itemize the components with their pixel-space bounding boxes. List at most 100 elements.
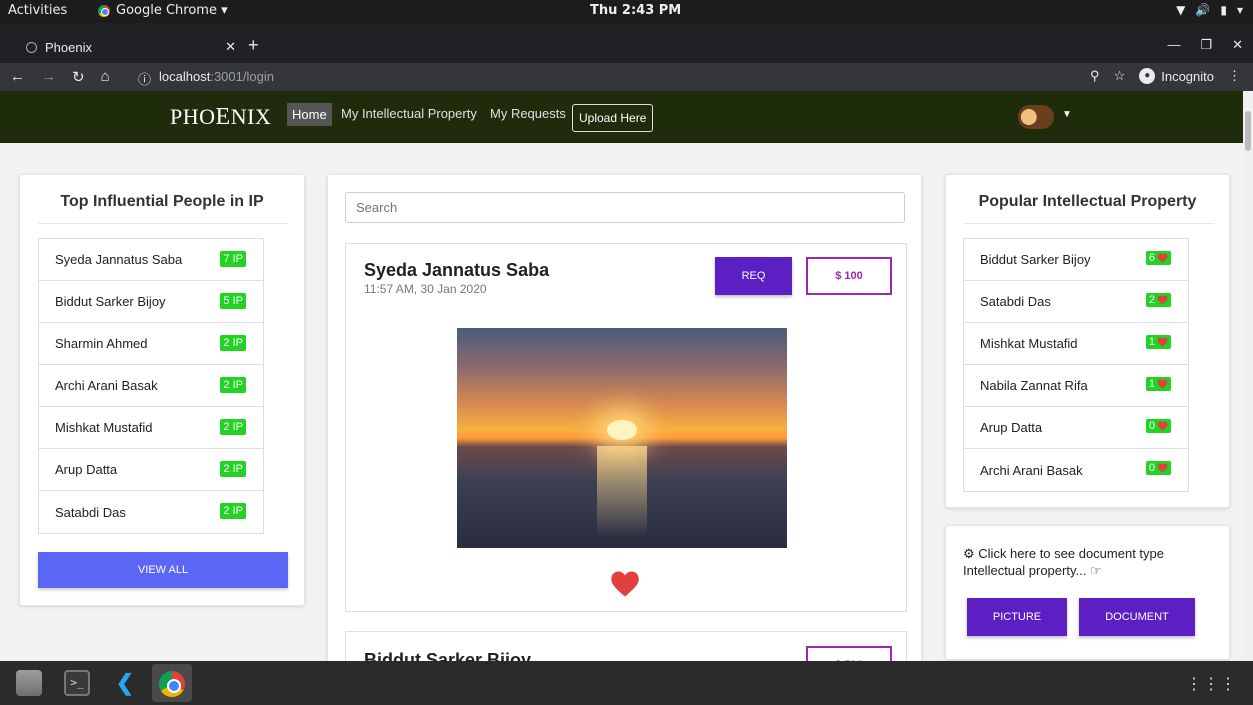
heart-icon: [1157, 337, 1168, 347]
likes-count: 1: [1148, 378, 1155, 390]
list-item[interactable]: Archi Arani Basak 2 IP: [39, 365, 263, 407]
likes-count: 0: [1148, 420, 1155, 432]
document-type-label: Click here to see document type Intellec…: [963, 546, 1164, 578]
battery-icon: ▮: [1220, 3, 1227, 17]
chevron-down-icon[interactable]: ▼: [1062, 109, 1072, 120]
list-item[interactable]: Mishkat Mustafid 1: [964, 323, 1188, 365]
list-item[interactable]: Arup Datta 0: [964, 407, 1188, 449]
popular-ip-card: Popular Intellectual Property Biddut Sar…: [945, 174, 1230, 508]
post-timestamp: 11:57 AM, 30 Jan 2020: [364, 282, 487, 296]
likes-badge: 0: [1145, 419, 1171, 433]
app-menu-label: Google Chrome ▾: [116, 3, 228, 18]
tray-menu-icon: ▾: [1236, 3, 1243, 17]
price-button[interactable]: $ 100: [806, 257, 892, 295]
avatar[interactable]: [1018, 105, 1054, 129]
person-name: Sharmin Ahmed: [55, 336, 148, 351]
tab-close-icon[interactable]: ✕: [225, 39, 236, 55]
person-name: Arup Datta: [55, 462, 118, 477]
likes-badge: 2: [1145, 293, 1171, 307]
likes-count: 2: [1148, 294, 1155, 306]
system-tray[interactable]: ▼ 🔊 ▮ ▾: [1176, 3, 1243, 17]
people-list: Syeda Jannatus Saba 7 IP Biddut Sarker Bi…: [38, 238, 264, 534]
files-app-icon[interactable]: [16, 670, 42, 696]
nav-my-ip[interactable]: My Intellectual Property: [341, 106, 477, 121]
request-button[interactable]: REQ: [715, 257, 792, 295]
info-icon: ⓘ: [138, 72, 152, 87]
likes-count: 6: [1148, 252, 1155, 264]
reload-icon[interactable]: ↻: [72, 68, 85, 86]
restore-icon[interactable]: ❐: [1200, 37, 1212, 53]
new-tab-button[interactable]: +: [248, 35, 259, 56]
person-name: Syeda Jannatus Saba: [55, 252, 183, 267]
url-path: :3001/login: [210, 69, 274, 84]
person-name: Biddut Sarker Bijoy: [55, 294, 166, 309]
minimize-icon[interactable]: —: [1167, 37, 1180, 53]
upload-button[interactable]: Upload Here: [572, 104, 654, 132]
url-field[interactable]: ⓘ localhost:3001/login: [138, 69, 274, 88]
vscode-app-icon[interactable]: ❮: [112, 670, 138, 696]
gear-icon: ⚙: [963, 546, 975, 561]
post-image[interactable]: [457, 328, 787, 548]
post-card: Syeda Jannatus Saba 11:57 AM, 30 Jan 202…: [345, 243, 907, 612]
ip-owner-name: Archi Arani Basak: [980, 462, 1083, 478]
list-item[interactable]: Arup Datta 2 IP: [39, 449, 263, 491]
person-name: Mishkat Mustafid: [55, 420, 153, 435]
clock[interactable]: Thu 2:43 PM: [590, 3, 681, 18]
search-input[interactable]: [345, 192, 905, 223]
os-top-bar: Activities Google Chrome ▾ Thu 2:43 PM ▼…: [0, 0, 1253, 23]
document-type-card: ⚙ Click here to see document type Intell…: [945, 525, 1230, 660]
close-window-icon[interactable]: ✕: [1232, 37, 1243, 53]
incognito-icon: ●: [1139, 68, 1156, 84]
brand-part: PHO: [170, 104, 216, 129]
list-item[interactable]: Satabdi Das 2: [964, 281, 1188, 323]
tab-title: Phoenix: [45, 39, 92, 55]
list-item[interactable]: Biddut Sarker Bijoy 6: [964, 239, 1188, 281]
list-item[interactable]: Biddut Sarker Bijoy 5 IP: [39, 281, 263, 323]
document-button[interactable]: DOCUMENT: [1079, 598, 1195, 636]
app-menu[interactable]: Google Chrome ▾: [98, 3, 228, 18]
view-all-button[interactable]: VIEW ALL: [38, 552, 288, 588]
wifi-icon: ▼: [1176, 3, 1186, 17]
likes-badge: 1: [1145, 377, 1171, 391]
card-title: Top Influential People in IP: [60, 193, 264, 210]
picture-button[interactable]: PICTURE: [967, 598, 1067, 636]
home-icon[interactable]: ⌂: [101, 68, 110, 86]
like-heart-icon[interactable]: [610, 569, 640, 599]
list-item[interactable]: Sharmin Ahmed 2 IP: [39, 323, 263, 365]
nav-my-requests[interactable]: My Requests: [490, 106, 566, 121]
list-item[interactable]: Syeda Jannatus Saba 7 IP: [39, 239, 263, 281]
list-item[interactable]: Mishkat Mustafid 2 IP: [39, 407, 263, 449]
popular-list: Biddut Sarker Bijoy 6 Satabdi Das 2 Mishka…: [963, 238, 1189, 492]
nav-home[interactable]: Home: [287, 103, 332, 126]
app-grid-icon[interactable]: ⋮⋮⋮: [1186, 674, 1237, 694]
bookmark-star-icon[interactable]: ☆: [1114, 68, 1126, 84]
terminal-app-icon[interactable]: >_: [64, 670, 90, 696]
heart-icon: [1157, 379, 1168, 389]
ip-owner-name: Arup Datta: [980, 420, 1043, 435]
tab-strip: Phoenix ✕ + — ❐ ✕: [0, 23, 1253, 63]
brand-logo[interactable]: PHOENIX: [170, 104, 271, 131]
zoom-icon[interactable]: ⚲: [1090, 68, 1100, 84]
divider: [38, 223, 288, 224]
ip-count-badge: 2 IP: [220, 419, 246, 435]
list-item[interactable]: Archi Arani Basak 0: [964, 449, 1188, 491]
person-name: Archi Arani Basak: [55, 378, 158, 393]
post-author[interactable]: Syeda Jannatus Saba: [364, 260, 549, 281]
ip-owner-name: Nabila Zannat Rifa: [980, 378, 1088, 393]
list-item[interactable]: Satabdi Das 2 IP: [39, 491, 263, 533]
heart-icon: [1157, 295, 1168, 305]
likes-count: 0: [1148, 462, 1155, 474]
chrome-app-icon[interactable]: [159, 671, 185, 697]
incognito-indicator[interactable]: ● Incognito: [1139, 68, 1214, 84]
browser-menu-icon[interactable]: ⋮: [1228, 68, 1241, 84]
likes-count: 1: [1148, 336, 1155, 348]
window-controls: — ❐ ✕: [1167, 37, 1243, 53]
list-item[interactable]: Nabila Zannat Rifa 1: [964, 365, 1188, 407]
browser-tab[interactable]: Phoenix ✕: [14, 31, 236, 63]
scrollbar-thumb[interactable]: [1245, 111, 1251, 151]
forward-icon[interactable]: →: [41, 68, 56, 86]
back-icon[interactable]: ←: [10, 68, 25, 86]
page-scrollbar[interactable]: [1243, 91, 1253, 661]
ip-count-badge: 2 IP: [220, 377, 246, 393]
activities-button[interactable]: Activities: [8, 3, 67, 18]
